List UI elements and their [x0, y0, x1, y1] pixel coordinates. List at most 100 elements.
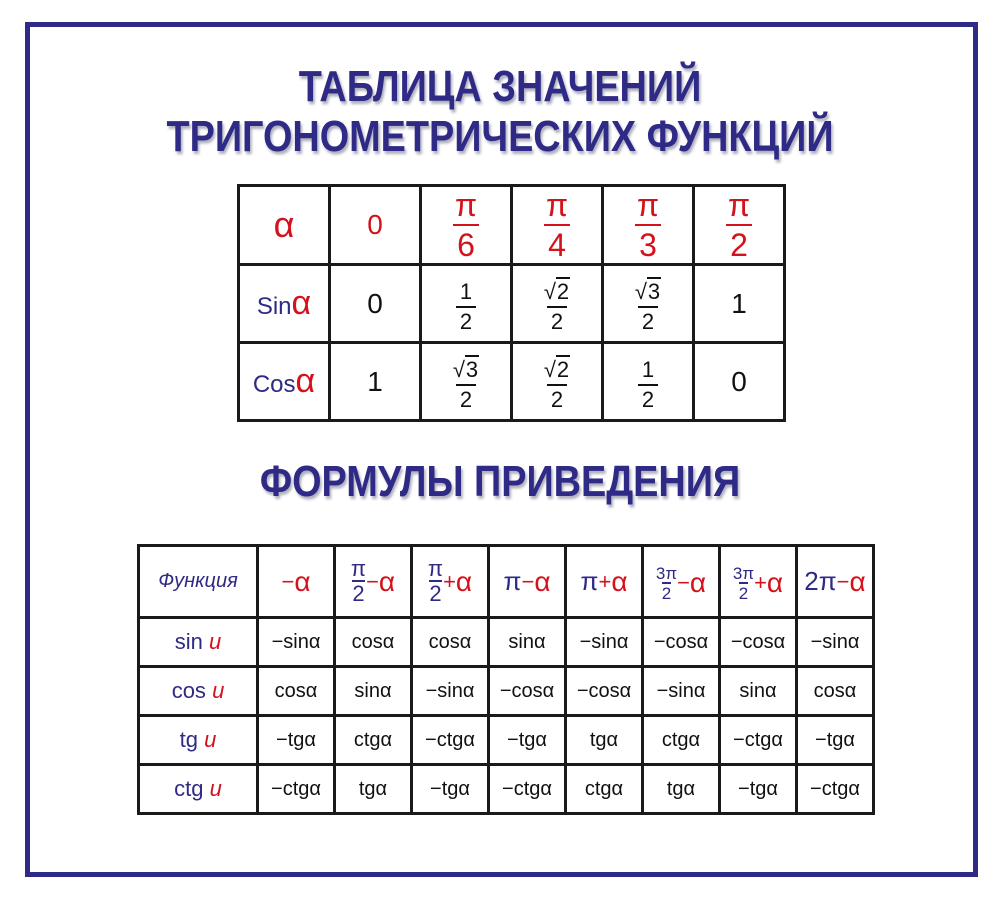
sin-row: Sinα 0 1 2 √2 2 √3 2 1: [237, 263, 786, 344]
denominator: 2: [546, 384, 568, 411]
argument-header-cell: 3π 2 + α: [718, 544, 798, 619]
formula-cell: −sinα: [564, 616, 644, 668]
row-label-cell: Cosα: [237, 341, 331, 422]
formula-cell: −cosα: [487, 665, 567, 717]
value-text: 0: [731, 365, 747, 397]
formula-cell: ctgα: [564, 763, 644, 815]
function-name: cos: [171, 678, 206, 703]
formula-cell: tgα: [641, 763, 721, 815]
argument-header-cell: 3π 2− α: [641, 544, 721, 619]
formula-cell: sinα: [333, 665, 413, 717]
argument-header-cell: π + α: [564, 544, 644, 619]
formula-cell: −ctgα: [718, 714, 798, 766]
formula-cell: cosα: [333, 616, 413, 668]
formula-row-ctg: ctg u −ctgα tgα −tgα −ctgα ctgα tgα −tgα −ctgα: [137, 763, 875, 815]
denominator: 2: [637, 306, 659, 333]
value-cell: 0: [692, 341, 786, 422]
numerator: 1: [641, 357, 655, 382]
formula-cell: −ctgα: [487, 763, 567, 815]
corner-cell: α: [237, 184, 331, 266]
sqrt-icon: √2: [543, 277, 571, 304]
angle-cell: π6: [419, 184, 513, 266]
value-cell: √3 2: [419, 341, 513, 422]
sqrt-icon: √2: [543, 355, 571, 382]
formula-cell: −sinα: [641, 665, 721, 717]
value-text: 1: [731, 287, 747, 319]
formula-cell: cosα: [410, 616, 490, 668]
formula-cell: −sinα: [410, 665, 490, 717]
variable: u: [204, 727, 217, 752]
function-name: ctg: [174, 776, 204, 801]
value-cell: 12: [601, 341, 695, 422]
value-cell: 1: [328, 341, 422, 422]
formula-cell: −ctgα: [795, 763, 875, 815]
formula-cell: sinα: [487, 616, 567, 668]
formula-row-cos: cos u cosα sinα −sinα −cosα −cosα −sinα sinα cos…: [137, 665, 875, 717]
value-cell: √2 2: [510, 263, 604, 344]
argument-header-cell: π − α: [487, 544, 567, 619]
variable: u: [209, 629, 222, 654]
variable: u: [212, 678, 225, 703]
formula-cell: −sinα: [795, 616, 875, 668]
formula-cell: −cosα: [718, 616, 798, 668]
formula-cell: cosα: [795, 665, 875, 717]
main-title-line2: ТРИГОНОМЕТРИЧЕСКИХ ФУНКЦИЙ: [166, 112, 834, 161]
function-label-cell: cos u: [137, 665, 259, 717]
formula-cell: −ctgα: [256, 763, 336, 815]
value-cell: 1: [692, 263, 786, 344]
header-label-cell: Функция: [137, 544, 259, 619]
value-text: 0: [367, 287, 383, 319]
header-row: Функция − α π 2− α π 2 + α π − α π + α 3π 2− α 3π 2 + α 2π − α: [137, 544, 875, 619]
main-title-line1: ТАБЛИЦА ЗНАЧЕНИЙ: [298, 62, 702, 111]
function-label-cell: sin u: [137, 616, 259, 668]
value-cell: √3 2: [601, 263, 695, 344]
formula-cell: −ctgα: [410, 714, 490, 766]
denominator: 2: [546, 306, 568, 333]
formula-cell: −tgα: [410, 763, 490, 815]
formula-cell: −tgα: [718, 763, 798, 815]
value-cell: 12: [419, 263, 513, 344]
value-cell: √2 2: [510, 341, 604, 422]
formula-cell: −tgα: [487, 714, 567, 766]
value-text: 1: [367, 365, 383, 397]
formula-row-tg: tg u −tgα ctgα −ctgα −tgα tgα ctgα −ctgα −tgα: [137, 714, 875, 766]
alpha-symbol: α: [291, 284, 312, 322]
formula-cell: cosα: [256, 665, 336, 717]
value-cell: 0: [328, 263, 422, 344]
function-name: sin: [174, 629, 203, 654]
angles-row: α 0 π6 π4 π3 π2: [237, 184, 786, 266]
formula-row-sin: sin u −sinα cosα cosα sinα −sinα −cosα −cosα −si…: [137, 616, 875, 668]
formula-cell: −tgα: [795, 714, 875, 766]
denominator: 2: [455, 384, 477, 411]
angle-cell: π3: [601, 184, 695, 266]
numerator: 1: [459, 279, 473, 304]
sqrt-icon: √3: [452, 355, 480, 382]
cos-row: Cosα 1 √3 2 √2 2 1 2 0: [237, 341, 786, 422]
formula-cell: ctgα: [333, 714, 413, 766]
argument-header-cell: 2π − α: [795, 544, 875, 619]
argument-header-cell: π 2− α: [333, 544, 413, 619]
denominator: 2: [637, 384, 659, 411]
sqrt-icon: √3: [634, 277, 662, 304]
formula-cell: tgα: [333, 763, 413, 815]
function-name: Cos: [252, 371, 296, 398]
function-label-cell: tg u: [137, 714, 259, 766]
formula-cell: −tgα: [256, 714, 336, 766]
angle-cell: π4: [510, 184, 604, 266]
formula-cell: sinα: [718, 665, 798, 717]
function-name: tg: [179, 727, 198, 752]
alpha-symbol: α: [295, 362, 316, 400]
function-label-cell: ctg u: [137, 763, 259, 815]
formula-cell: tgα: [564, 714, 644, 766]
alpha-symbol: α: [273, 204, 295, 245]
reduction-formulas-table: Функция − α π 2− α π 2 + α π − α π + α 3π 2− α 3π 2 + α 2π − α s…: [137, 544, 875, 815]
variable: u: [209, 776, 222, 801]
denominator: 2: [455, 306, 477, 333]
argument-header-cell: − α: [256, 544, 336, 619]
section-title: ФОРМУЛЫ ПРИВЕДЕНИЯ: [259, 457, 741, 506]
formula-cell: −sinα: [256, 616, 336, 668]
formula-cell: ctgα: [641, 714, 721, 766]
angle-cell: 0: [328, 184, 422, 266]
argument-header-cell: π 2 + α: [410, 544, 490, 619]
angle-cell: π2: [692, 184, 786, 266]
